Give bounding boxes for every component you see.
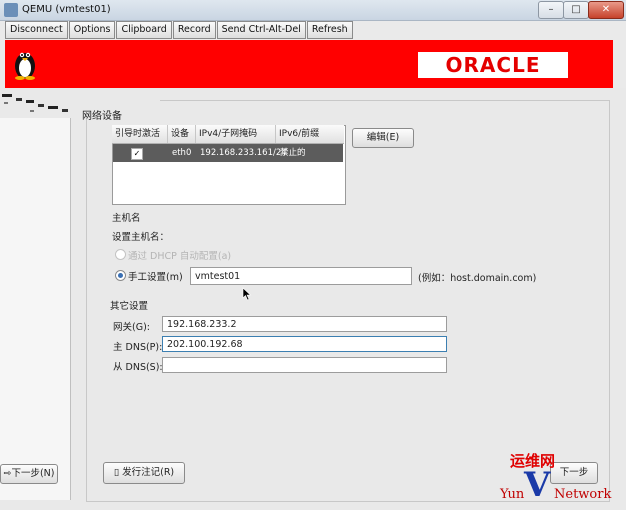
dhcp-radio[interactable]: [115, 249, 126, 260]
clipboard-button[interactable]: Clipboard: [116, 21, 172, 39]
left-panel: [0, 100, 71, 500]
release-notes-label: 发行注记(R): [122, 467, 175, 478]
column-header-ipv4[interactable]: IPv4/子网掩码: [196, 125, 276, 143]
hostname-input[interactable]: vmtest01: [190, 267, 412, 285]
hostname-section-title: 主机名: [112, 213, 141, 224]
cell-active: ✓: [113, 144, 169, 162]
cell-device: eth0: [172, 148, 192, 158]
cell-ipv6: 禁止的: [280, 148, 306, 158]
table-row[interactable]: ✓ eth0 192.168.233.161/24 禁止的: [113, 144, 343, 162]
window-title: QEMU (vmtest01): [22, 4, 111, 15]
send-ctrl-alt-del-button[interactable]: Send Ctrl-Alt-Del: [216, 21, 306, 39]
edit-button[interactable]: 编辑(E): [352, 128, 414, 148]
record-button[interactable]: Record: [172, 21, 216, 39]
maximize-button[interactable]: □: [563, 1, 589, 19]
watermark-en-right: Network: [554, 487, 611, 502]
close-button[interactable]: ✕: [588, 1, 624, 19]
table-header: 引导时激活 设备 IPv4/子网掩码 IPv6/前缀: [112, 125, 344, 144]
disconnect-button[interactable]: Disconnect: [5, 21, 68, 39]
options-button[interactable]: Options: [68, 21, 116, 39]
hostname-example: (例如：host.domain.com): [418, 273, 537, 284]
radio-selected-dot: [118, 273, 123, 278]
document-icon: ▯: [113, 467, 123, 478]
minimize-button[interactable]: –: [538, 1, 564, 19]
column-header-active[interactable]: 引导时激活: [112, 125, 168, 143]
vnc-toolbar: Disconnect Options Clipboard Record Send…: [5, 21, 354, 39]
gateway-input[interactable]: 192.168.233.2: [162, 316, 447, 332]
dhcp-radio-label: 通过 DHCP 自动配置(a): [128, 251, 232, 262]
secondary-dns-label: 从 DNS(S):: [113, 362, 163, 373]
secondary-dns-input[interactable]: [162, 357, 447, 373]
qemu-app-icon: [4, 3, 18, 17]
mouse-cursor-icon: [242, 287, 252, 301]
cell-ipv4: 192.168.233.161/24: [200, 148, 287, 158]
other-settings-title: 其它设置: [110, 301, 149, 312]
next-label: 下一步(N): [11, 468, 55, 479]
next-button-left[interactable]: ⇨下一步(N): [0, 464, 58, 484]
column-header-device[interactable]: 设备: [168, 125, 196, 143]
oracle-logo: ORACLE: [418, 52, 568, 78]
set-hostname-label: 设置主机名：: [112, 232, 170, 243]
manual-radio-label: 手工设置(m): [128, 272, 183, 283]
section-title: 网络设备: [82, 111, 122, 122]
watermark-letter: V: [523, 465, 551, 505]
primary-dns-input[interactable]: 202.100.192.68: [162, 336, 447, 352]
primary-dns-label: 主 DNS(P):: [113, 342, 163, 353]
column-header-ipv6[interactable]: IPv6/前缀: [276, 125, 344, 143]
render-artifact: [0, 88, 160, 118]
active-checkbox[interactable]: ✓: [131, 148, 143, 160]
release-notes-button[interactable]: ▯ 发行注记(R): [103, 462, 185, 484]
watermark-en-left: Yun: [499, 487, 525, 502]
refresh-button[interactable]: Refresh: [306, 21, 353, 39]
yunvnetwork-watermark: 运维网 V Yun Network: [499, 452, 611, 505]
tux-penguin-icon: [15, 52, 35, 80]
gateway-label: 网关(G):: [113, 322, 150, 333]
